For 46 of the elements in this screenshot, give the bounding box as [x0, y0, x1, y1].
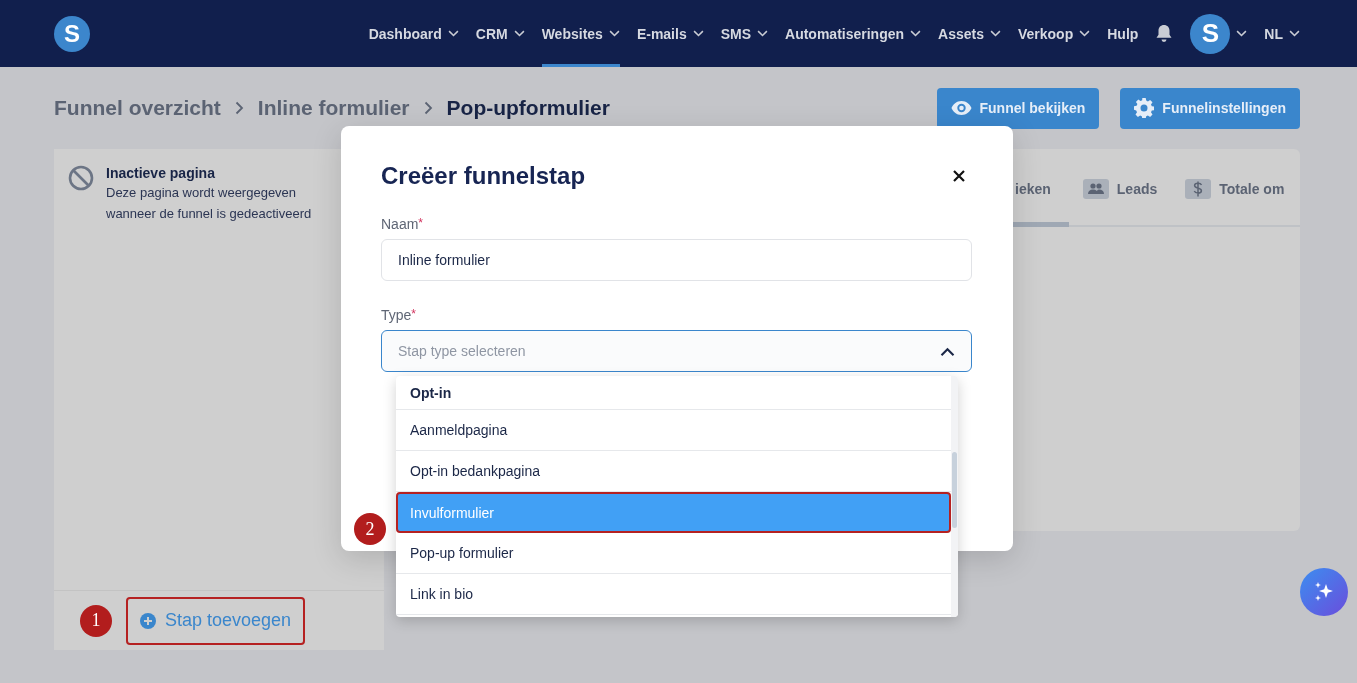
inactive-page-description: Deze pagina wordt weergegeven wanneer de funnel is gedeactiveerd [106, 184, 313, 223]
nav-menu-item[interactable]: Dashboard [368, 0, 459, 67]
chevron-right-icon [234, 101, 244, 115]
ai-assistant-button[interactable] [1300, 568, 1348, 616]
scrollbar-thumb[interactable] [952, 452, 957, 528]
name-input[interactable]: Inline formulier [381, 239, 972, 281]
sparkles-icon [1313, 581, 1335, 603]
chevron-up-icon [940, 346, 955, 356]
nav-menu-item[interactable]: SMS [720, 0, 769, 67]
gear-icon [1134, 98, 1155, 118]
close-icon [953, 170, 965, 182]
breadcrumb-link[interactable]: Pop-upformulier [446, 96, 610, 120]
dropdown-option[interactable]: Link in bio [396, 574, 951, 615]
eye-icon [950, 101, 972, 115]
dropdown-option[interactable]: Pop-up formulier [396, 533, 951, 574]
stats-tab[interactable]: Totale om [1171, 149, 1299, 227]
bell-icon[interactable] [1155, 24, 1174, 43]
nav-menu-item[interactable]: CRM [475, 0, 525, 67]
dropdown-option[interactable]: Aanmeldpagina [396, 410, 951, 451]
breadcrumb-link[interactable]: Inline formulier [257, 96, 410, 120]
inactive-page-title: Inactieve pagina [106, 165, 216, 181]
nav-menu-item[interactable]: Automatiseringen [785, 0, 922, 67]
callout-number: 1 [80, 604, 112, 637]
required-mark: * [411, 307, 417, 321]
user-avatar[interactable]: S [1190, 13, 1231, 54]
chevron-down-icon [1236, 30, 1248, 37]
field-label: Type [381, 307, 412, 323]
people-icon [1082, 178, 1109, 199]
ban-icon [68, 165, 94, 191]
language-selector[interactable]: NL [1264, 0, 1300, 67]
nav-menu-item[interactable]: Verkoop [1017, 0, 1091, 67]
nav-menu-item[interactable]: Assets [938, 0, 1001, 67]
field-label: Naam [381, 216, 419, 232]
nav-menu-item[interactable]: Hulp [1107, 0, 1139, 67]
chevron-down-icon [1289, 30, 1300, 37]
chevron-right-icon [423, 101, 433, 115]
option-group-header: Opt-in [396, 376, 951, 410]
plus-circle-icon [140, 612, 156, 629]
dollar-icon [1185, 178, 1212, 199]
stats-tab[interactable]: Leads [1068, 149, 1172, 227]
app-logo[interactable]: S [54, 15, 90, 52]
breadcrumb-link[interactable]: Funnel overzicht [54, 96, 221, 120]
nav-menu-item[interactable]: Websites [541, 0, 620, 67]
dialog-title: Creëer funnelstap [381, 162, 586, 190]
required-mark: * [418, 216, 424, 230]
nav-menu-item[interactable]: E-mails [636, 0, 704, 67]
